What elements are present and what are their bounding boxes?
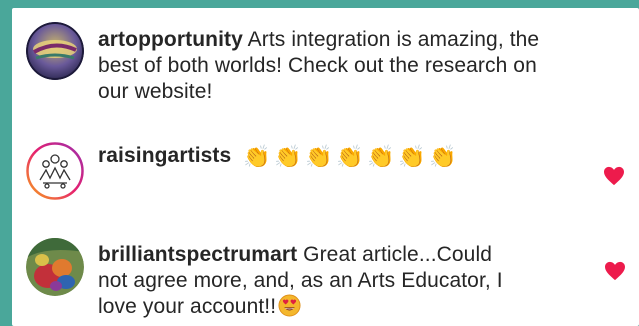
avatar-raisingartists[interactable] <box>26 142 84 200</box>
clapping-hands-icon: 👏 <box>304 145 333 170</box>
comment-line: not agree more, and, as an Arts Educator… <box>98 269 503 292</box>
artopportunity-logo-icon <box>26 22 84 80</box>
comment-text: brilliantspectrumart Great article...Cou… <box>98 242 503 320</box>
comment-line: love your account!! <box>98 295 277 318</box>
heart-icon[interactable] <box>603 166 625 186</box>
raisingartists-logo-icon <box>26 142 84 200</box>
username[interactable]: brilliantspectrumart <box>98 243 297 266</box>
clapping-hands-emoji-group: 👏 👏 👏 👏 👏 👏 👏 <box>241 145 458 171</box>
comment-line: Great article...Could <box>303 243 493 266</box>
clapping-hands-icon: 👏 <box>335 145 364 170</box>
clapping-hands-icon: 👏 <box>366 145 395 170</box>
avatar-brilliantspectrumart[interactable] <box>26 238 84 296</box>
comment-line: Arts integration is amazing, the <box>247 28 540 51</box>
username[interactable]: artopportunity <box>98 28 243 51</box>
clapping-hands-icon: 👏 <box>397 145 426 170</box>
clapping-hands-icon: 👏 <box>242 145 271 170</box>
heart-eyes-face-icon <box>278 294 301 317</box>
clapping-hands-icon: 👏 <box>273 145 302 170</box>
comments-panel: artopportunity Arts integration is amazi… <box>12 8 639 326</box>
comment-line: our website! <box>98 80 213 103</box>
brilliantspectrumart-photo-icon <box>26 238 84 296</box>
comment-text: artopportunity Arts integration is amazi… <box>98 27 539 105</box>
comment-line: best of both worlds! Check out the resea… <box>98 54 537 77</box>
username[interactable]: raisingartists <box>98 144 231 167</box>
heart-icon[interactable] <box>604 261 626 281</box>
clapping-hands-icon: 👏 <box>428 145 457 170</box>
avatar-artopportunity[interactable] <box>26 22 84 80</box>
comment-text: raisingartists 👏 👏 👏 👏 👏 👏 👏 <box>98 143 458 171</box>
